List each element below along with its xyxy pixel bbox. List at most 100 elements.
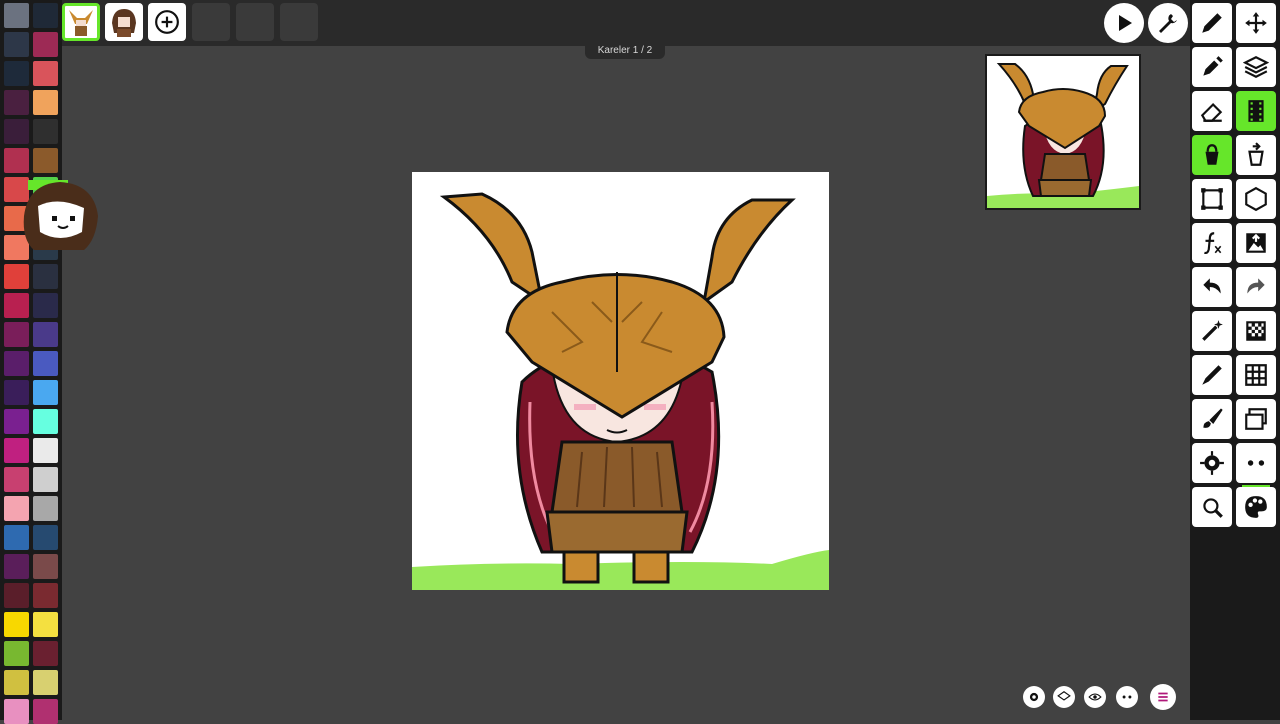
color-swatch[interactable] — [4, 264, 29, 289]
color-swatch[interactable] — [4, 119, 29, 144]
frame-thumb-2[interactable] — [105, 3, 143, 41]
color-swatch[interactable] — [4, 380, 29, 405]
color-swatch[interactable] — [33, 119, 58, 144]
select-icon — [1201, 188, 1223, 210]
settings-tool[interactable] — [1192, 443, 1232, 483]
color-swatch[interactable] — [33, 467, 58, 492]
settings-wrench-button[interactable] — [1148, 3, 1188, 43]
color-swatch[interactable] — [33, 3, 58, 28]
color-swatch[interactable] — [4, 612, 29, 637]
swap-icon — [1248, 142, 1264, 166]
palette-icon — [1245, 496, 1267, 518]
brush-tool[interactable] — [1192, 399, 1232, 439]
drawing-canvas[interactable] — [412, 172, 829, 590]
magic-wand-tool[interactable] — [1192, 311, 1232, 351]
color-swatch[interactable] — [33, 264, 58, 289]
pencil-tool[interactable] — [1192, 3, 1232, 43]
preview-settings-button[interactable] — [1023, 686, 1045, 708]
character-avatar[interactable] — [14, 176, 100, 262]
add-frame-button[interactable] — [148, 3, 186, 41]
animation-preview[interactable] — [985, 54, 1141, 210]
color-swatch[interactable] — [4, 525, 29, 550]
checker-tool[interactable] — [1236, 311, 1276, 351]
more-options-button[interactable] — [1116, 686, 1138, 708]
color-swatch[interactable] — [33, 496, 58, 521]
color-swatch[interactable] — [4, 61, 29, 86]
color-swatch[interactable] — [33, 438, 58, 463]
color-palette — [0, 0, 62, 724]
layer-visibility-button[interactable] — [1053, 686, 1075, 708]
color-swatch[interactable] — [33, 380, 58, 405]
color-swatch[interactable] — [4, 322, 29, 347]
select-tool[interactable] — [1192, 179, 1232, 219]
bucket-tool[interactable] — [1192, 135, 1232, 175]
color-swatch[interactable] — [33, 583, 58, 608]
color-swatch[interactable] — [4, 670, 29, 695]
redo-button[interactable] — [1236, 267, 1276, 307]
color-swatch[interactable] — [4, 3, 29, 28]
color-swatch[interactable] — [33, 293, 58, 318]
image-tool[interactable] — [1236, 223, 1276, 263]
layers-tool[interactable] — [1236, 47, 1276, 87]
color-swatch[interactable] — [4, 699, 29, 724]
color-swatch[interactable] — [4, 32, 29, 57]
color-swatch[interactable] — [33, 612, 58, 637]
color-swatch[interactable] — [33, 641, 58, 666]
palette-tool[interactable] — [1236, 487, 1276, 527]
frames-bar — [62, 0, 1190, 46]
gear-icon — [1029, 692, 1039, 702]
swap-tool[interactable] — [1236, 135, 1276, 175]
eraser-icon — [1200, 102, 1223, 122]
color-swatch[interactable] — [4, 148, 29, 173]
color-swatch[interactable] — [33, 351, 58, 376]
play-icon — [1119, 15, 1132, 31]
menu-icon — [1158, 692, 1168, 702]
color-swatch[interactable] — [4, 554, 29, 579]
color-swatch[interactable] — [33, 554, 58, 579]
brush-icon — [1203, 408, 1223, 428]
color-swatch[interactable] — [4, 293, 29, 318]
color-swatch[interactable] — [4, 641, 29, 666]
color-swatch[interactable] — [4, 583, 29, 608]
wrench-icon — [1159, 14, 1177, 33]
color-swatch[interactable] — [4, 438, 29, 463]
gear-icon — [1200, 451, 1224, 475]
eraser-tool[interactable] — [1192, 91, 1232, 131]
color-swatch[interactable] — [33, 90, 58, 115]
color-swatch[interactable] — [33, 525, 58, 550]
color-swatch[interactable] — [4, 496, 29, 521]
color-swatch[interactable] — [33, 670, 58, 695]
color-swatch[interactable] — [33, 148, 58, 173]
color-swatch[interactable] — [33, 32, 58, 57]
zoom-tool[interactable] — [1192, 487, 1232, 527]
polygon-tool[interactable] — [1236, 179, 1276, 219]
play-button[interactable] — [1104, 3, 1144, 43]
animation-tool[interactable] — [1236, 91, 1276, 131]
undo-button[interactable] — [1192, 267, 1232, 307]
empty-frame-slot[interactable] — [192, 3, 230, 41]
color-swatch[interactable] — [33, 409, 58, 434]
color-swatch[interactable] — [4, 90, 29, 115]
move-tool[interactable] — [1236, 3, 1276, 43]
color-swatch[interactable] — [33, 322, 58, 347]
color-swatch[interactable] — [4, 409, 29, 434]
color-swatch[interactable] — [33, 699, 58, 724]
bucket-icon — [1205, 144, 1219, 165]
empty-frame-slot[interactable] — [280, 3, 318, 41]
grid-tool[interactable] — [1236, 355, 1276, 395]
color-swatch[interactable] — [4, 467, 29, 492]
menu-button[interactable] — [1150, 684, 1176, 710]
magic-wand-icon — [1202, 320, 1223, 341]
more-icon — [1247, 460, 1265, 466]
checker-icon — [1246, 321, 1266, 341]
frame-thumb-1[interactable] — [62, 3, 100, 41]
pen-tool[interactable] — [1192, 355, 1232, 395]
effects-tool[interactable] — [1192, 223, 1232, 263]
more-tool[interactable] — [1236, 443, 1276, 483]
color-swatch[interactable] — [33, 61, 58, 86]
windows-tool[interactable] — [1236, 399, 1276, 439]
empty-frame-slot[interactable] — [236, 3, 274, 41]
eyedropper-tool[interactable] — [1192, 47, 1232, 87]
color-swatch[interactable] — [4, 351, 29, 376]
view-button[interactable] — [1084, 686, 1106, 708]
